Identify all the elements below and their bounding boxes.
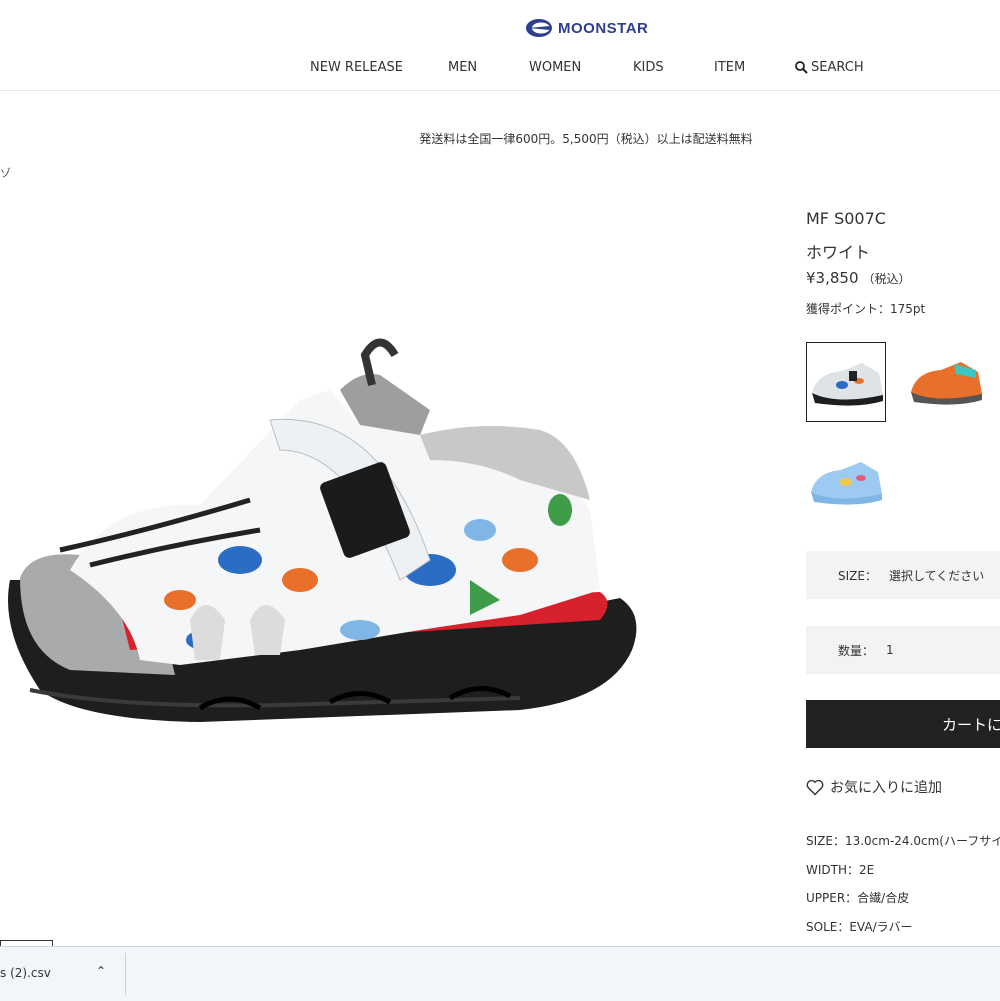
- spec-upper: UPPER：合繊/合皮: [806, 891, 910, 905]
- nav-new-release[interactable]: NEW RELEASE: [310, 60, 403, 75]
- download-separator: [125, 953, 126, 995]
- add-to-cart-label: カートに: [942, 715, 1000, 734]
- main-nav: NEW RELEASE MEN WOMEN KIDS ITEM SEARCH: [0, 60, 1000, 80]
- favorite-label: お気に入りに追加: [830, 780, 942, 796]
- quantity-label: 数量：: [838, 643, 875, 658]
- shipping-notice: 発送料は全国一律600円。5,500円（税込）以上は配送料無料: [419, 132, 753, 146]
- nav-kids[interactable]: KIDS: [633, 60, 664, 75]
- chevron-up-icon[interactable]: ⌃: [96, 964, 106, 978]
- logo-text: MOONSTAR: [558, 19, 649, 37]
- product-model: MF S007C: [806, 209, 886, 228]
- nav-item[interactable]: ITEM: [714, 60, 745, 75]
- download-bar: s (2).csv ⌃: [0, 946, 1000, 1001]
- size-label: SIZE：: [838, 568, 877, 583]
- swatch-blue-shoe: [811, 462, 882, 505]
- product-points: 獲得ポイント：175pt: [806, 302, 926, 316]
- heart-icon: [806, 779, 824, 795]
- moonstar-logo-icon: [526, 19, 552, 37]
- search-icon: [795, 61, 808, 74]
- nav-men[interactable]: MEN: [448, 60, 477, 75]
- price-value: ¥3,850: [806, 269, 859, 287]
- quantity-select[interactable]: 数量： 1: [806, 626, 1000, 674]
- spec-sole: SOLE：EVA/ラバー: [806, 920, 913, 934]
- search-label: SEARCH: [811, 60, 864, 75]
- download-file-name[interactable]: s (2).csv: [0, 966, 51, 980]
- quantity-value: 1: [886, 643, 894, 657]
- spec-width: WIDTH：2E: [806, 863, 875, 877]
- size-value: 選択してください: [888, 568, 985, 583]
- swatch-white-shoe: [812, 363, 883, 406]
- swatch-white[interactable]: [806, 342, 886, 422]
- nav-women[interactable]: WOMEN: [529, 60, 581, 75]
- spec-size: SIZE：13.0cm-24.0cm(ハーフサイ: [806, 834, 1000, 848]
- add-to-cart-button[interactable]: カートに: [806, 700, 1000, 748]
- nav-search[interactable]: SEARCH: [795, 60, 864, 75]
- product-color-name: ホワイト: [806, 243, 871, 262]
- size-select[interactable]: SIZE： 選択してください: [806, 551, 1000, 599]
- add-to-favorites[interactable]: お気に入りに追加: [806, 777, 942, 797]
- swatch-blue[interactable]: [806, 442, 886, 522]
- tax-note: （税込）: [862, 272, 911, 286]
- swatch-orange-shoe: [911, 362, 982, 405]
- product-image: [8, 338, 637, 722]
- site-header: MOONSTAR NEW RELEASE MEN WOMEN KIDS ITEM…: [0, 0, 1000, 91]
- product-price: ¥3,850 （税込）: [806, 269, 911, 287]
- moonstar-logo[interactable]: MOONSTAR: [524, 15, 648, 41]
- breadcrumb-fragment[interactable]: ゾ: [0, 165, 11, 181]
- swatch-orange[interactable]: [906, 342, 986, 422]
